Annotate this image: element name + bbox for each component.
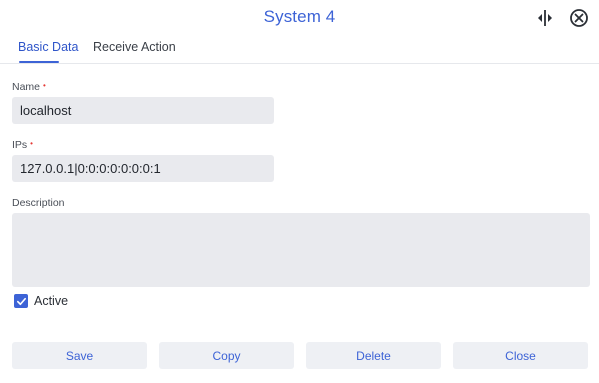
split-view-icon[interactable] [533, 6, 557, 30]
required-marker: • [30, 139, 33, 148]
checkmark-icon [16, 297, 26, 305]
ips-label: IPs • [12, 139, 33, 151]
tab-receive-action[interactable]: Receive Action [93, 40, 176, 54]
ips-input[interactable] [12, 155, 274, 182]
dialog-header: System 4 [0, 0, 599, 36]
tab-bar: Basic Data Receive Action [0, 36, 599, 64]
delete-button[interactable]: Delete [306, 342, 441, 369]
name-label-text: Name [12, 81, 41, 93]
close-circle-icon[interactable] [567, 6, 591, 30]
active-tab-indicator [19, 61, 59, 63]
active-label[interactable]: Active [34, 294, 68, 308]
system-dialog: System 4 Basic Data Receive Action Name •… [0, 0, 599, 383]
copy-button[interactable]: Copy [159, 342, 294, 369]
save-button[interactable]: Save [12, 342, 147, 369]
tab-basic-data[interactable]: Basic Data [18, 40, 78, 54]
description-label: Description [12, 197, 65, 209]
name-label: Name • [12, 81, 46, 93]
description-textarea[interactable] [12, 213, 590, 287]
active-checkbox-row: Active [14, 294, 68, 308]
ips-label-text: IPs [12, 139, 28, 151]
required-marker: • [43, 81, 46, 90]
active-checkbox[interactable] [14, 294, 28, 308]
name-input[interactable] [12, 97, 274, 124]
close-button[interactable]: Close [453, 342, 588, 369]
dialog-title: System 4 [263, 7, 336, 26]
